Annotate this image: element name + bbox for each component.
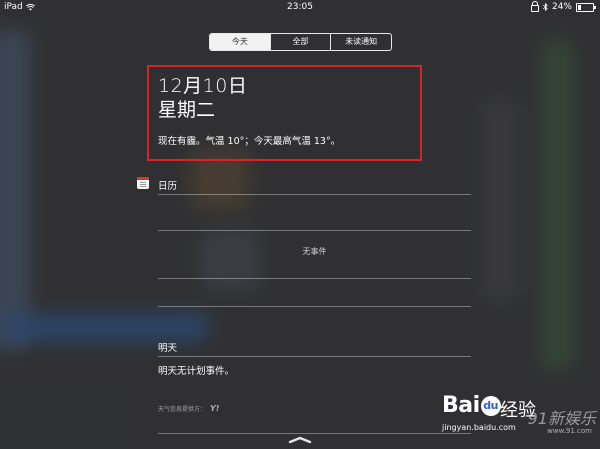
- no-events-text: 无事件: [302, 247, 327, 256]
- baidu-logo: Bai du: [442, 393, 502, 418]
- calendar-icon: [137, 177, 149, 189]
- divider: [158, 194, 471, 195]
- tab-unread[interactable]: 未读通知: [330, 34, 391, 50]
- yahoo-logo: Y!: [210, 404, 220, 413]
- battery-icon: [576, 2, 596, 12]
- highlight-box: [147, 65, 422, 161]
- rotation-lock-icon: [530, 1, 539, 12]
- site-logo: 91新娱乐: [527, 409, 596, 428]
- tomorrow-section-title: 明天: [158, 343, 178, 354]
- site-url: www.91.com: [547, 427, 592, 435]
- divider: [158, 306, 471, 307]
- tomorrow-summary: 明天无计划事件。: [158, 366, 235, 377]
- notification-tabs: 今天 全部 未读通知: [209, 33, 392, 51]
- bluetooth-icon: [543, 3, 548, 11]
- divider: [158, 230, 471, 231]
- battery-percent: 24%: [551, 2, 572, 12]
- calendar-section-title[interactable]: 日历: [158, 178, 177, 192]
- tab-all[interactable]: 全部: [269, 34, 331, 50]
- status-time: 23:05: [287, 2, 313, 12]
- tab-today[interactable]: 今天: [210, 34, 270, 50]
- divider: [158, 278, 471, 279]
- divider: [158, 356, 471, 357]
- watermark: Bai du 经验 jingyan.baidu.com 91新娱乐 www.91.…: [442, 393, 596, 445]
- status-bar: iPad 23:05 24%: [0, 0, 600, 14]
- weather-provider-label: 天气信息提供方：: [158, 406, 207, 413]
- divider: [158, 433, 471, 434]
- weather-provider[interactable]: 天气信息提供方： Y!: [158, 404, 219, 413]
- close-handle-icon[interactable]: [288, 436, 312, 444]
- watermark-url: jingyan.baidu.com: [442, 423, 516, 432]
